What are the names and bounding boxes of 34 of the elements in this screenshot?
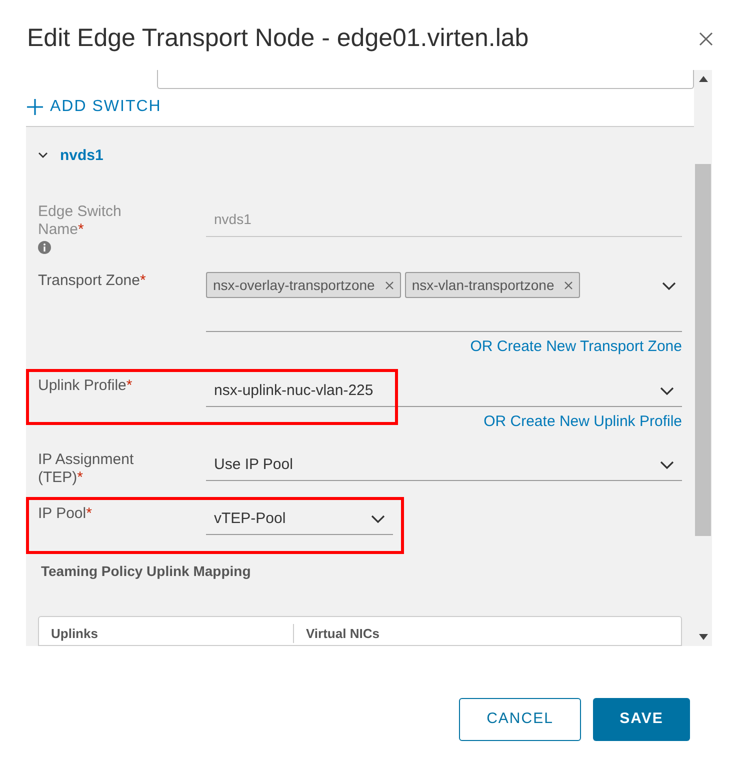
- chevron-down-icon: [660, 386, 674, 396]
- create-link[interactable]: OR Create New Uplink Profile: [484, 410, 682, 433]
- field-label: IP Assignment (TEP)*: [38, 451, 134, 486]
- cancel-button[interactable]: CANCEL: [459, 698, 581, 741]
- zone-chip: nsx-vlan-transportzone: [404, 272, 580, 298]
- remove-icon[interactable]: [384, 280, 394, 290]
- transport-zone-field[interactable]: nsx-overlay-transportzone nsx-vlan-transportzone: [206, 272, 682, 332]
- dialog-title: Edit Edge Transport Node - edge01.virten.lab: [27, 23, 529, 54]
- column-header: Uplinks: [39, 624, 294, 643]
- add-switch-button[interactable]: ADD SWITCH: [26, 95, 162, 120]
- section-heading: Teaming Policy Uplink Mapping: [40, 562, 252, 581]
- close-button[interactable]: [698, 31, 714, 47]
- save-button[interactable]: SAVE: [593, 698, 690, 741]
- chevron-down-icon: [662, 282, 676, 291]
- plus-icon: [26, 98, 44, 116]
- switch-toggle[interactable]: nvds1: [38, 144, 104, 167]
- chevron-down-icon: [38, 152, 48, 160]
- field-label: IP Pool*: [38, 505, 92, 522]
- chevron-down-icon: [371, 515, 385, 524]
- zone-chip: nsx-overlay-transportzone: [206, 272, 401, 298]
- scroll-up-icon[interactable]: [698, 76, 708, 82]
- scrollbar[interactable]: [694, 70, 712, 646]
- select-field[interactable]: vTEP-Pool: [206, 505, 393, 535]
- field-label: Edge Switch Name*: [38, 203, 122, 238]
- field-label: Transport Zone*: [38, 272, 146, 289]
- remove-icon[interactable]: [564, 280, 574, 290]
- field-label: Uplink Profile*: [38, 376, 132, 394]
- select-field[interactable]: Use IP Pool: [206, 451, 682, 481]
- select-field[interactable]: nsx-uplink-nuc-vlan-225: [206, 376, 682, 406]
- chevron-down-icon: [660, 461, 674, 470]
- create-link[interactable]: OR Create New Transport Zone: [470, 336, 682, 358]
- text-area-field[interactable]: [157, 70, 694, 89]
- column-header: Virtual NICs: [305, 624, 380, 642]
- scroll-down-icon[interactable]: [698, 634, 708, 640]
